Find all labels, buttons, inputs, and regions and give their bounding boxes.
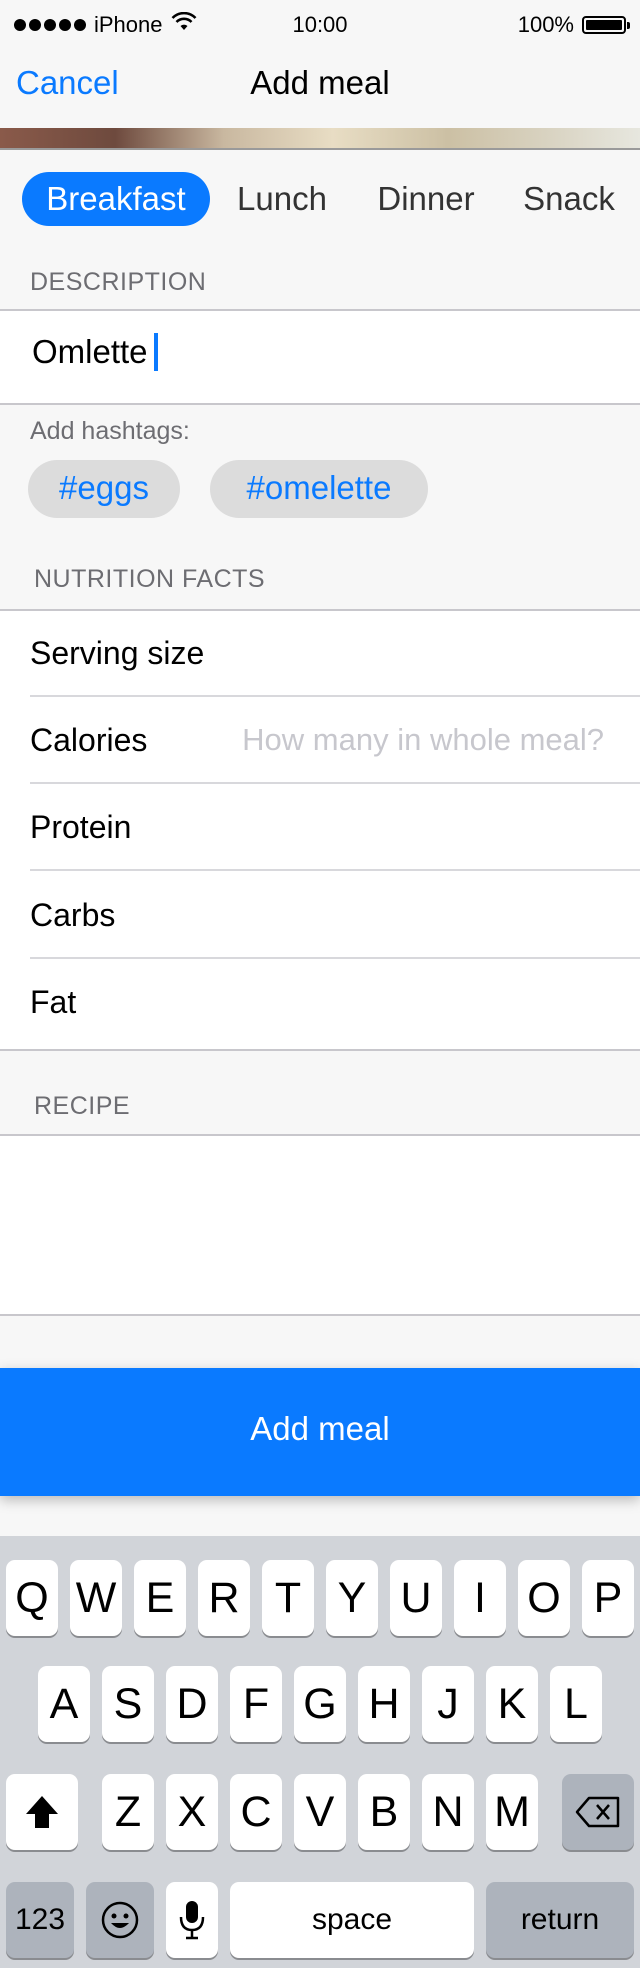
key-q[interactable]: Q <box>6 1560 58 1636</box>
serving-size-label: Serving size <box>30 635 205 671</box>
emoji-key[interactable] <box>86 1882 154 1958</box>
return-key[interactable]: return <box>486 1882 634 1958</box>
keyboard: Q W E R T Y U I O P A S D F G H J K L Z … <box>0 1536 640 1968</box>
meal-type-dinner[interactable]: Dinner <box>364 172 488 226</box>
key-f[interactable]: F <box>230 1666 282 1742</box>
emoji-icon <box>101 1901 139 1938</box>
key-v[interactable]: V <box>294 1774 346 1850</box>
key-p[interactable]: P <box>582 1560 634 1636</box>
key-j[interactable]: J <box>422 1666 474 1742</box>
key-z[interactable]: Z <box>102 1774 154 1850</box>
key-e[interactable]: E <box>134 1560 186 1636</box>
key-w[interactable]: W <box>70 1560 122 1636</box>
hashtag-eggs[interactable]: #eggs <box>28 460 180 518</box>
calories-label: Calories <box>30 722 148 758</box>
shift-key[interactable] <box>6 1774 78 1850</box>
key-d[interactable]: D <box>166 1666 218 1742</box>
meal-type-breakfast[interactable]: Breakfast <box>22 172 210 226</box>
key-l[interactable]: L <box>550 1666 602 1742</box>
recipe-header: RECIPE <box>34 1092 131 1120</box>
fat-row[interactable]: Fat <box>30 960 640 1046</box>
key-b[interactable]: B <box>358 1774 410 1850</box>
text-cursor <box>153 333 158 371</box>
hashtag-omelette[interactable]: #omelette <box>210 460 428 518</box>
key-y[interactable]: Y <box>326 1560 378 1636</box>
key-g[interactable]: G <box>294 1666 346 1742</box>
carbs-row[interactable]: Carbs <box>30 873 640 959</box>
serving-size-row[interactable]: Serving size <box>30 611 640 697</box>
meal-type-lunch[interactable]: Lunch <box>222 172 342 226</box>
key-t[interactable]: T <box>262 1560 314 1636</box>
meal-photo[interactable] <box>0 128 640 150</box>
recipe-textarea[interactable] <box>0 1134 640 1316</box>
meal-type-selector: Breakfast Lunch Dinner Snack <box>0 152 640 242</box>
key-h[interactable]: H <box>358 1666 410 1742</box>
nutrition-header: NUTRITION FACTS <box>34 565 266 593</box>
key-m[interactable]: M <box>486 1774 538 1850</box>
fat-label: Fat <box>30 984 77 1020</box>
delete-key[interactable] <box>562 1774 634 1850</box>
description-text: Omlette <box>32 333 148 370</box>
key-u[interactable]: U <box>390 1560 442 1636</box>
key-x[interactable]: X <box>166 1774 218 1850</box>
key-s[interactable]: S <box>102 1666 154 1742</box>
key-n[interactable]: N <box>422 1774 474 1850</box>
key-a[interactable]: A <box>38 1666 90 1742</box>
description-header: DESCRIPTION <box>30 268 207 296</box>
status-bar: iPhone 10:00 100% <box>0 0 640 52</box>
add-meal-button[interactable]: Add meal <box>0 1368 640 1496</box>
backspace-icon <box>575 1796 620 1827</box>
calories-input-placeholder[interactable]: How many in whole meal? <box>242 722 604 758</box>
key-r[interactable]: R <box>198 1560 250 1636</box>
hashtags-label: Add hashtags: <box>30 417 190 445</box>
battery-icon <box>582 16 630 34</box>
key-o[interactable]: O <box>518 1560 570 1636</box>
nutrition-table: Serving size Calories How many in whole … <box>0 609 640 1051</box>
page-title: Add meal <box>250 64 390 101</box>
key-c[interactable]: C <box>230 1774 282 1850</box>
dictation-key[interactable] <box>166 1882 218 1958</box>
nav-bar: Cancel Add meal <box>0 52 640 128</box>
protein-row[interactable]: Protein <box>30 785 640 871</box>
numbers-key[interactable]: 123 <box>6 1882 74 1958</box>
shift-icon <box>26 1795 58 1828</box>
key-k[interactable]: K <box>486 1666 538 1742</box>
description-field[interactable]: Omlette <box>0 309 640 405</box>
battery-percent: 100% <box>517 12 574 37</box>
calories-row[interactable]: Calories How many in whole meal? <box>30 698 640 784</box>
carbs-label: Carbs <box>30 897 116 933</box>
microphone-icon <box>179 1900 205 1939</box>
meal-type-snack[interactable]: Snack <box>510 172 628 226</box>
space-key[interactable]: space <box>230 1882 474 1958</box>
key-i[interactable]: I <box>454 1560 506 1636</box>
protein-label: Protein <box>30 809 132 845</box>
